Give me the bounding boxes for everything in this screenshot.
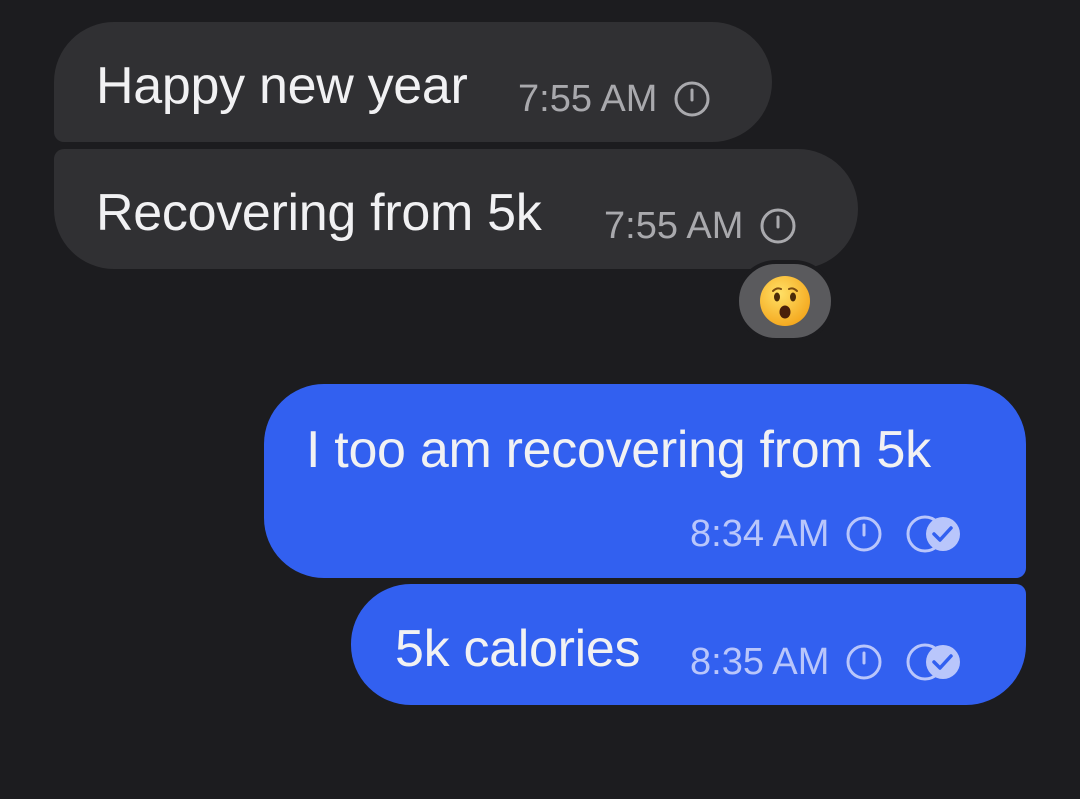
message-meta: 8:34 AM [690, 514, 965, 554]
message-meta: 7:55 AM [518, 80, 711, 118]
message-timestamp: 7:55 AM [518, 78, 658, 120]
message-meta: 7:55 AM [604, 207, 797, 245]
incoming-message-bubble[interactable]: Recovering from 5k 7:55 AM [54, 149, 858, 269]
message-reaction[interactable] [735, 260, 835, 342]
clock-icon [846, 516, 882, 552]
message-text: Happy new year [96, 57, 468, 115]
message-timestamp: 8:35 AM [690, 641, 830, 683]
message-meta: 8:35 AM [690, 642, 965, 682]
clock-icon [674, 81, 710, 117]
clock-icon [760, 208, 796, 244]
message-text: Recovering from 5k [96, 184, 542, 242]
message-timestamp: 8:34 AM [690, 513, 830, 555]
message-text: 5k calories [395, 620, 641, 678]
outgoing-message-bubble[interactable]: 5k calories 8:35 AM [351, 584, 1026, 705]
read-receipt-icon [906, 643, 961, 681]
outgoing-message-bubble[interactable]: I too am recovering from 5k 8:34 AM [264, 384, 1026, 578]
message-timestamp: 7:55 AM [604, 205, 744, 247]
hushed-face-emoji-icon [760, 276, 810, 326]
message-text: I too am recovering from 5k [306, 421, 931, 479]
read-receipt-icon [906, 515, 961, 553]
incoming-message-bubble[interactable]: Happy new year 7:55 AM [54, 22, 772, 142]
clock-icon [846, 644, 882, 680]
